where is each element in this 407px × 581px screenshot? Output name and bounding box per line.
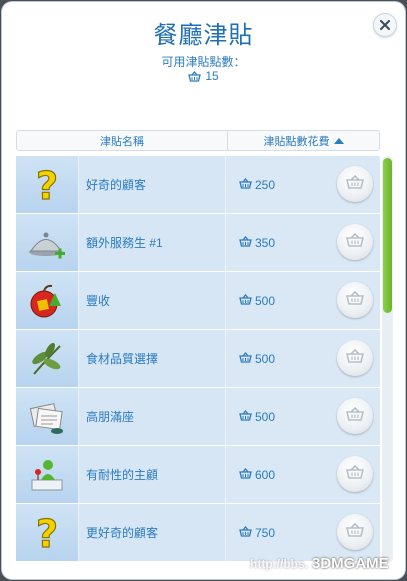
perk-cost-value: 350 <box>255 235 276 250</box>
perk-cost: 750 <box>226 525 276 540</box>
perk-cost: 500 <box>226 409 276 424</box>
basket-icon <box>345 232 365 252</box>
question-mark-icon: ? <box>16 156 79 213</box>
purchase-perk-button[interactable] <box>337 282 373 318</box>
perk-points-icon <box>239 235 252 250</box>
perk-row[interactable]: 高朋滿座 500 <box>16 388 380 445</box>
purchase-perk-button[interactable] <box>337 340 373 376</box>
purchase-perk-button[interactable] <box>337 224 373 260</box>
available-points: 15 <box>2 69 405 83</box>
watermark: http://bbs. 3DMGAME <box>250 555 389 572</box>
perk-row[interactable]: 有耐性的主顧 600 <box>16 446 380 503</box>
table-header: 津貼名稱 津貼點數花費 <box>16 130 380 151</box>
perk-cost-value: 750 <box>255 525 276 540</box>
svg-text:?: ? <box>36 512 58 554</box>
perk-cost-cell: 500 <box>226 272 380 329</box>
perk-list: ? 好奇的顧客 250 額外服務生 #1 350 豐收 500 食材品質選擇 500 高朋滿座 50… <box>16 156 380 579</box>
column-header-cost-label: 津貼點數花費 <box>263 135 330 148</box>
close-icon <box>380 20 390 30</box>
perk-cost-value: 500 <box>255 409 276 424</box>
basket-icon <box>345 464 365 484</box>
perk-name: 高朋滿座 <box>86 410 135 424</box>
serving-cloche-icon <box>16 214 79 271</box>
dialog-title: 餐廳津貼 <box>153 22 254 49</box>
perk-name-cell: 額外服務生 #1 <box>16 214 226 271</box>
perk-cost-value: 600 <box>255 467 276 482</box>
perk-row[interactable]: 豐收 500 <box>16 272 380 329</box>
purchase-perk-button[interactable] <box>337 398 373 434</box>
perk-cost: 500 <box>226 293 276 308</box>
perk-cost-cell: 500 <box>226 388 380 445</box>
perk-name: 食材品質選擇 <box>86 352 159 366</box>
perk-points-icon <box>239 177 252 192</box>
perk-name: 更好奇的顧客 <box>86 526 159 540</box>
perk-name: 有耐性的主顧 <box>86 468 159 482</box>
perk-cost: 600 <box>226 467 276 482</box>
scrollbar[interactable] <box>382 156 393 563</box>
perk-cost-cell: 750 <box>226 504 380 561</box>
perk-row[interactable]: ? 好奇的顧客 250 <box>16 156 380 213</box>
perk-name-cell: ? 更好奇的顧客 <box>16 504 226 561</box>
perk-name: 豐收 <box>86 294 111 308</box>
paper-stack-icon <box>16 388 79 445</box>
perk-name-cell: 豐收 <box>16 272 226 329</box>
perk-cost-cell: 350 <box>226 214 380 271</box>
perk-cost-value: 500 <box>255 293 276 308</box>
basket-icon <box>345 406 365 426</box>
restaurant-perks-dialog: 餐廳津貼 可用津貼點數： 15 津貼名稱 津貼點數花費 ? 好奇的顧客 250 額外服… <box>2 2 405 579</box>
perk-row[interactable]: ? 更好奇的顧客 750 <box>16 504 380 561</box>
scrollbar-thumb[interactable] <box>383 158 392 313</box>
perk-row[interactable]: 額外服務生 #1 350 <box>16 214 380 271</box>
perk-name-cell: ? 好奇的顧客 <box>16 156 226 213</box>
perk-points-icon <box>239 467 252 482</box>
purchase-perk-button[interactable] <box>337 514 373 550</box>
perk-name-cell: 有耐性的主顧 <box>16 446 226 503</box>
perk-name: 額外服務生 #1 <box>86 236 163 250</box>
perk-cost: 250 <box>226 177 276 192</box>
perk-cost-cell: 600 <box>226 446 380 503</box>
basket-icon <box>345 290 365 310</box>
perk-points-icon <box>239 525 252 540</box>
available-points-label: 可用津貼點數： <box>161 55 246 69</box>
perk-name-cell: 食材品質選擇 <box>16 330 226 387</box>
basket-icon <box>345 174 365 194</box>
perk-cost: 500 <box>226 351 276 366</box>
perk-points-icon <box>239 351 252 366</box>
svg-text:?: ? <box>36 164 58 206</box>
watermark-url: http://bbs. <box>250 556 308 571</box>
close-button[interactable] <box>373 13 397 37</box>
patient-customer-icon <box>16 446 79 503</box>
perk-points-icon <box>188 70 202 82</box>
perk-points-icon <box>239 293 252 308</box>
purchase-perk-button[interactable] <box>337 456 373 492</box>
column-header-cost[interactable]: 津貼點數花費 <box>228 131 379 150</box>
perk-cost-cell: 500 <box>226 330 380 387</box>
sort-ascending-icon <box>333 137 344 144</box>
perk-cost-cell: 250 <box>226 156 380 213</box>
watermark-brand: 3DMGAME <box>311 555 389 572</box>
available-points-value: 15 <box>205 69 219 83</box>
perk-name: 好奇的顧客 <box>86 178 147 192</box>
herb-leaves-icon <box>16 330 79 387</box>
perk-cost: 350 <box>226 235 276 250</box>
perk-name-cell: 高朋滿座 <box>16 388 226 445</box>
column-header-name[interactable]: 津貼名稱 <box>17 131 228 150</box>
question-mark-icon: ? <box>16 504 79 561</box>
basket-icon <box>345 522 365 542</box>
perk-cost-value: 250 <box>255 177 276 192</box>
perk-cost-value: 500 <box>255 351 276 366</box>
purchase-perk-button[interactable] <box>337 166 373 202</box>
basket-icon <box>345 348 365 368</box>
perk-row[interactable]: 食材品質選擇 500 <box>16 330 380 387</box>
perk-points-icon <box>239 409 252 424</box>
apple-icon <box>16 272 79 329</box>
